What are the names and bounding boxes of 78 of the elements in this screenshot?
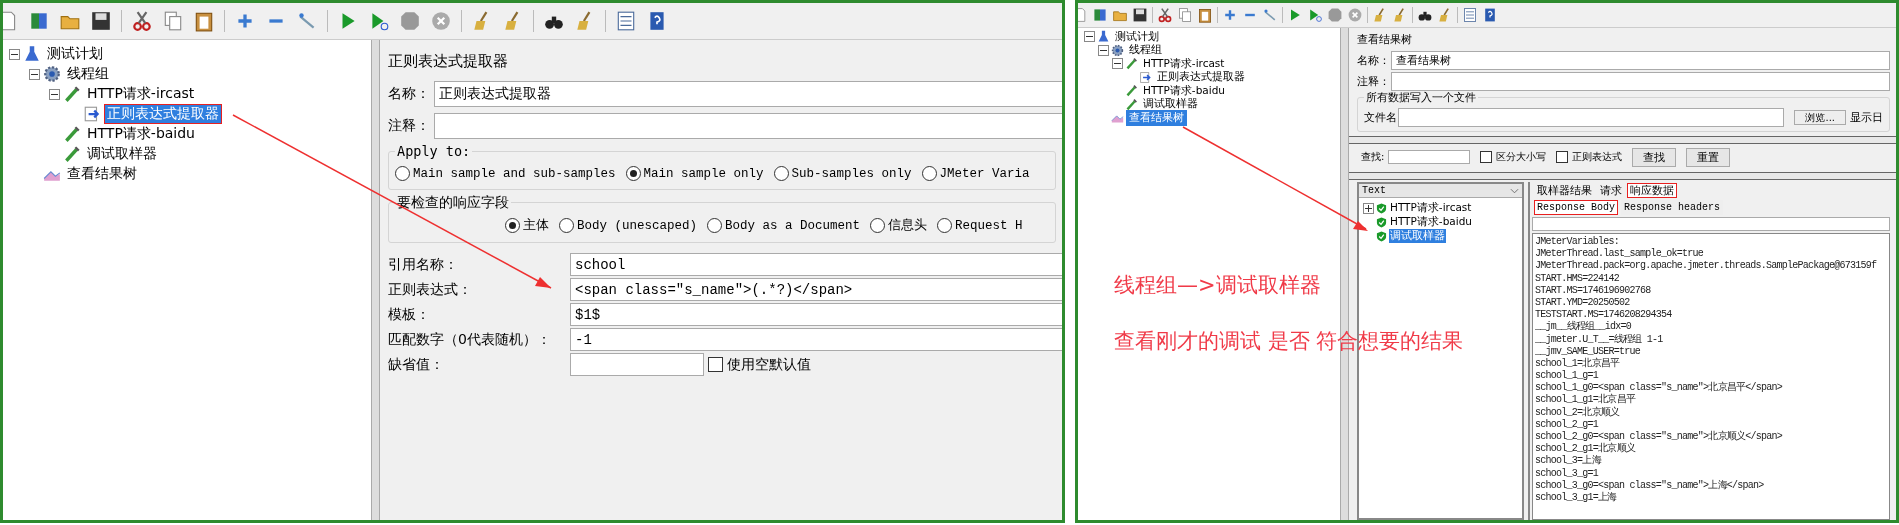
field-label: 注释： bbox=[1357, 74, 1387, 89]
response-line: school_3_g1=上海 bbox=[1535, 491, 1618, 505]
response-line: JMeterThread.pack=org.apache.jmeter.threads.SamplePackage@673159f bbox=[1535, 260, 1878, 273]
result-item[interactable]: HTTP请求-ircast bbox=[1389, 201, 1473, 215]
text-field[interactable]: -1 bbox=[570, 328, 1062, 351]
name-field[interactable]: 正则表达式提取器 bbox=[434, 81, 1062, 107]
response-line: school_3_g0=<span class="s_name">上海</span> bbox=[1535, 479, 1765, 492]
group-title: 所有数据写入一个文件 bbox=[1364, 91, 1478, 105]
group-title: 要检查的响应字段 bbox=[395, 194, 511, 212]
result-item[interactable]: 调试取样器 bbox=[1389, 229, 1446, 243]
response-line: __jmv_SAME_USER=true bbox=[1535, 345, 1642, 357]
option-label: Main sample and sub-samples bbox=[413, 166, 616, 181]
tab[interactable]: 取样器结果 bbox=[1534, 182, 1595, 198]
text-field[interactable]: <span class="s_name">(.*?)</span> bbox=[570, 278, 1062, 301]
checkbox-label: 使用空默认值 bbox=[727, 355, 811, 374]
field-label: 名称： bbox=[388, 85, 428, 103]
tab[interactable]: 响应数据 bbox=[1627, 182, 1677, 198]
result-item[interactable]: HTTP请求-baidu bbox=[1389, 215, 1473, 229]
tab[interactable]: 请求 bbox=[1597, 182, 1625, 198]
panel-title: 正则表达式提取器 bbox=[388, 51, 509, 72]
tree-item[interactable]: 正则表达式提取器 bbox=[104, 104, 222, 124]
tree-item[interactable]: HTTP请求-ircast bbox=[84, 84, 198, 104]
panel-title: 查看结果树 bbox=[1357, 32, 1413, 48]
response-line: JMeterThread.last_sample_ok=true bbox=[1535, 248, 1705, 260]
option-label: Sub-samples only bbox=[791, 166, 912, 181]
checkbox-label: 正则表达式 bbox=[1572, 150, 1623, 164]
text-field[interactable]: $1$ bbox=[570, 303, 1062, 326]
option-label: 主体 bbox=[523, 217, 549, 234]
option-label: Body as a Document bbox=[725, 218, 861, 233]
response-line: START.HMS=224142 bbox=[1535, 272, 1620, 285]
search-label: 查找: bbox=[1361, 150, 1385, 164]
tree-item[interactable]: 线程组 bbox=[64, 64, 112, 84]
field-label: 显示日 bbox=[1850, 110, 1883, 125]
field-label: 注释： bbox=[388, 117, 428, 135]
option-label: Main sample only bbox=[643, 166, 764, 181]
response-line: JMeterVariables: bbox=[1535, 236, 1620, 248]
browse-button[interactable]: 浏览... bbox=[1794, 110, 1846, 125]
response-line: school_1=北京昌平 bbox=[1535, 357, 1621, 370]
field-label: 缺省值： bbox=[388, 355, 445, 374]
tab[interactable]: Response Body bbox=[1534, 200, 1618, 215]
response-line: START.YMD=20250502 bbox=[1535, 296, 1631, 310]
response-line: START.MS=1746196902768 bbox=[1535, 284, 1652, 297]
response-line: __jm__线程组__idx=0 bbox=[1535, 321, 1632, 334]
option-label: JMeter Varia bbox=[939, 166, 1030, 181]
response-line: school_2_g0=<span class="s_name">北京顺义</span> bbox=[1535, 431, 1784, 443]
annotation-text: 线程组—>调试取样器 bbox=[1114, 272, 1322, 299]
response-line: school_2_g1=北京顺义 bbox=[1535, 443, 1637, 455]
response-line: school_1_g=1 bbox=[1535, 370, 1600, 382]
response-line: school_2=北京顺义 bbox=[1535, 406, 1621, 419]
field-label: 文件名 bbox=[1364, 110, 1394, 125]
field-label: 正则表达式： bbox=[388, 280, 473, 299]
tree-item[interactable]: 调试取样器 bbox=[84, 144, 160, 164]
option-label: 信息头 bbox=[888, 217, 928, 234]
renderer-dropdown[interactable]: Text bbox=[1359, 184, 1522, 198]
tree-item[interactable]: 查看结果树 bbox=[64, 164, 140, 184]
response-line: school_2_g=1 bbox=[1535, 418, 1600, 431]
response-line: school_3_g=1 bbox=[1535, 467, 1600, 480]
reset-button[interactable]: 重置 bbox=[1686, 147, 1731, 167]
tree-item[interactable]: 测试计划 bbox=[44, 44, 106, 64]
name-field[interactable]: 查看结果树 bbox=[1391, 51, 1890, 70]
response-line: school_3=上海 bbox=[1535, 455, 1602, 468]
checkbox-label: 区分大小写 bbox=[1496, 150, 1547, 164]
text-field[interactable]: school bbox=[570, 253, 1062, 276]
option-label: Request H bbox=[955, 218, 1023, 233]
response-line: school_1_g0=<span class="s_name">北京昌平</span> bbox=[1535, 382, 1784, 394]
tree-item[interactable]: HTTP请求-baidu bbox=[84, 124, 198, 144]
field-label: 引用名称： bbox=[388, 255, 459, 274]
tree-item[interactable]: 测试计划 bbox=[1112, 28, 1162, 45]
response-line: school_1_g1=北京昌平 bbox=[1535, 394, 1637, 406]
group-title: Apply to: bbox=[395, 143, 473, 159]
field-label: 匹配数字（0代表随机）： bbox=[388, 330, 552, 349]
find-button[interactable]: 查找 bbox=[1632, 147, 1677, 167]
response-line: __jmeter.U_T__=线程组 1-1 bbox=[1535, 333, 1664, 346]
field-label: 名称： bbox=[1357, 53, 1387, 68]
tree-item[interactable]: 查看结果树 bbox=[1126, 109, 1187, 126]
field-label: 模板： bbox=[388, 305, 431, 324]
response-line: TESTSTART.MS=1746208294354 bbox=[1535, 309, 1673, 321]
option-label: Body (unescaped) bbox=[577, 218, 698, 233]
